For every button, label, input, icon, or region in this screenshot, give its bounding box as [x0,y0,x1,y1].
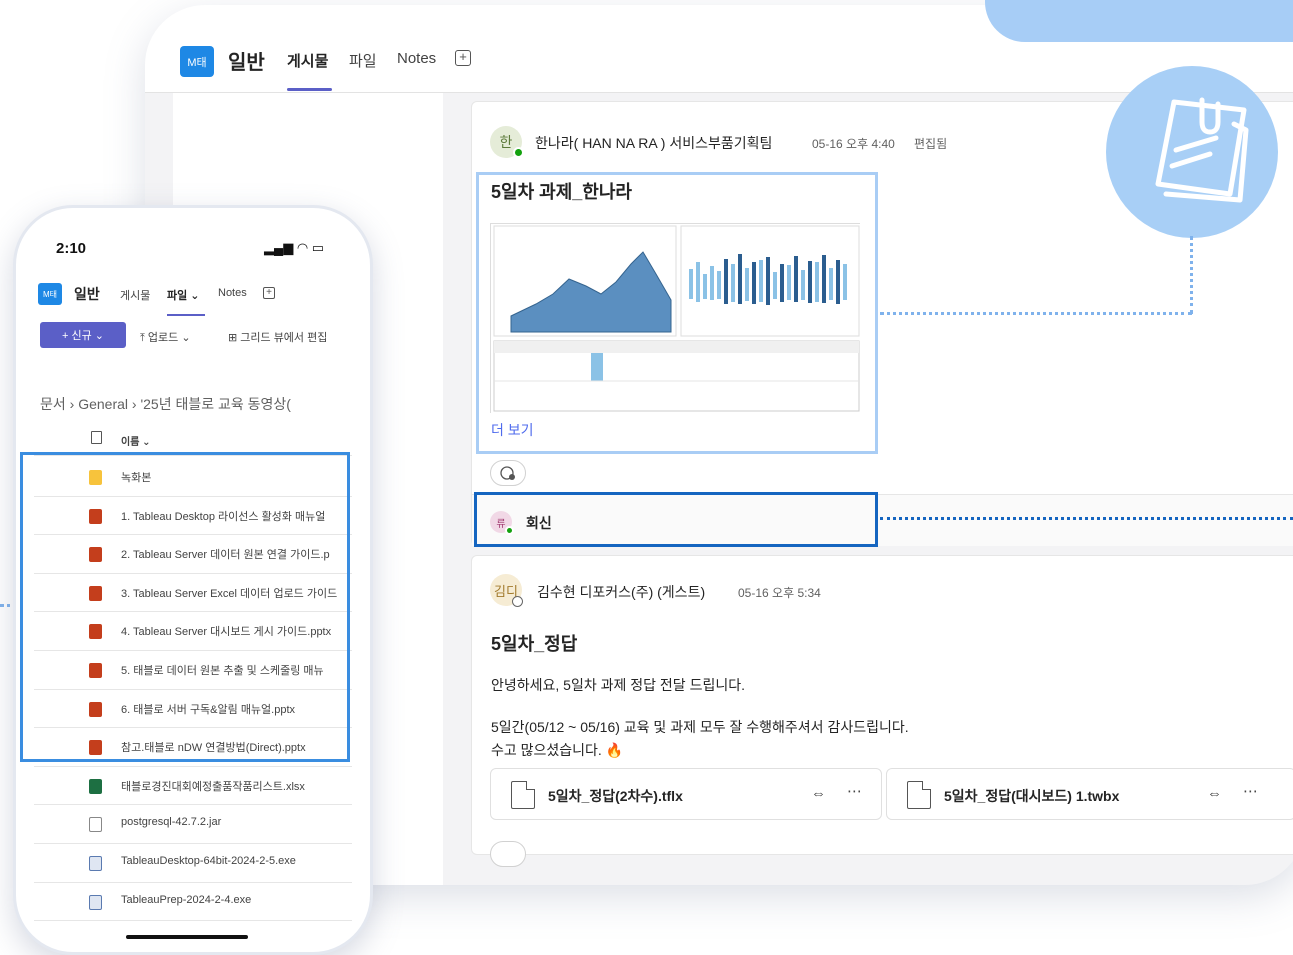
active-tab-indicator [287,88,332,91]
tab-notes[interactable]: Notes [397,50,436,67]
connector-line [1190,236,1193,314]
file-row[interactable]: TableauDesktop-64bit-2024-2-5.exe [34,844,352,883]
home-indicator [126,935,248,939]
file-row[interactable]: TableauPrep-2024-2-4.exe [34,882,352,922]
file-name: 5일차_정답(대시보드) 1.twbx [944,788,1120,804]
post-body-line: 5일간(05/12 ~ 05/16) 교육 및 과제 모두 잘 수행해주셔서 감… [491,719,909,735]
new-button[interactable]: + 신규 ⌄ [40,322,126,348]
more-options-icon[interactable]: ⋯ [847,782,862,800]
file-row-name: postgresql-42.7.2.jar [121,816,222,829]
file-row-name: TableauDesktop-64bit-2024-2-5.exe [121,855,296,867]
file-row-name: 태블로경진대회예정출품작품리스트.xlsx [121,780,305,793]
post-author[interactable]: 김수현 디포커스(주) (게스트) [537,582,705,602]
jar-file-icon [89,817,102,833]
post-body-line: 안녕하세요, 5일차 과제 정답 전달 드립니다. [491,677,745,693]
upload-button[interactable]: ⤒ 업로드 ⌄ [140,329,191,345]
exe-file-icon [89,894,102,910]
note-clip-icon [1106,66,1278,238]
channel-name: 일반 [228,52,265,74]
breadcrumb[interactable]: 문서 › General › '25년 태블로 교육 동영상( [40,394,291,414]
column-name-header[interactable]: 이름 ⌄ [121,433,151,448]
highlight-files-box [20,452,350,762]
status-time: 2:10 [56,240,87,257]
post-timestamp: 05-16 오후 5:34 [738,586,821,600]
add-tab-button[interactable]: + [263,287,275,299]
file-type-icon [91,431,102,444]
file-list-header: 이름 ⌄ [34,420,352,456]
file-name: 5일차_정답(2차수).tflx [548,788,683,804]
connector-line [880,312,1192,315]
team-badge: M태 [180,46,214,77]
highlight-dashboard-box [476,172,878,454]
active-tab-indicator [167,314,205,316]
tab-posts[interactable]: 게시물 [120,287,150,303]
link-icon[interactable]: ⇔ [1207,785,1222,802]
add-tab-button[interactable]: + [455,50,471,66]
edited-label: 편집됨 [914,137,948,151]
xls-file-icon [89,778,102,794]
add-reaction-button[interactable] [490,841,526,867]
grid-edit-button[interactable]: ⊞ 그리드 뷰에서 편집 [228,329,327,345]
decorative-banner [985,0,1293,42]
tab-files[interactable]: 파일 ⌄ [167,287,200,303]
tab-notes[interactable]: Notes [218,287,247,299]
tab-posts[interactable]: 게시물 [287,50,328,71]
file-row[interactable]: 태블로경진대회예정출품작품리스트.xlsx [34,766,352,806]
file-row[interactable]: postgresql-42.7.2.jar [34,805,352,844]
file-icon [511,781,535,809]
status-icons: ▂▄▆ ◠ ▭ [264,240,325,255]
channel-name: 일반 [74,286,100,302]
connector-line [880,517,1293,520]
status-available-icon [513,147,524,158]
post-body-line: 수고 많으셨습니다. 🔥 [491,742,624,758]
highlight-reply-box [474,492,878,547]
link-icon[interactable]: ⇔ [811,785,826,802]
file-icon [907,781,931,809]
team-badge: M태 [38,283,62,305]
post-author[interactable]: 한나라( HAN NA RA ) 서비스부품기획팀 [535,133,772,153]
file-row-name: TableauPrep-2024-2-4.exe [121,893,252,906]
file-attachment[interactable]: 5일차_정답(2차수).tflx ⇔ ⋯ [490,768,882,820]
exe-file-icon [89,856,102,871]
add-reaction-button[interactable] [490,460,526,486]
tab-files[interactable]: 파일 [349,50,377,71]
post-card: 김디 김수현 디포커스(주) (게스트) 05-16 오후 5:34 5일차_정… [471,555,1293,867]
file-attachment[interactable]: 5일차_정답(대시보드) 1.twbx ⇔ ⋯ [886,768,1293,820]
status-offline-icon [512,596,523,607]
emoji-add-icon [500,466,515,480]
post-title: 5일차_정답 [491,634,578,654]
more-options-icon[interactable]: ⋯ [1243,782,1258,800]
post-timestamp: 05-16 오후 4:40 [812,137,895,151]
